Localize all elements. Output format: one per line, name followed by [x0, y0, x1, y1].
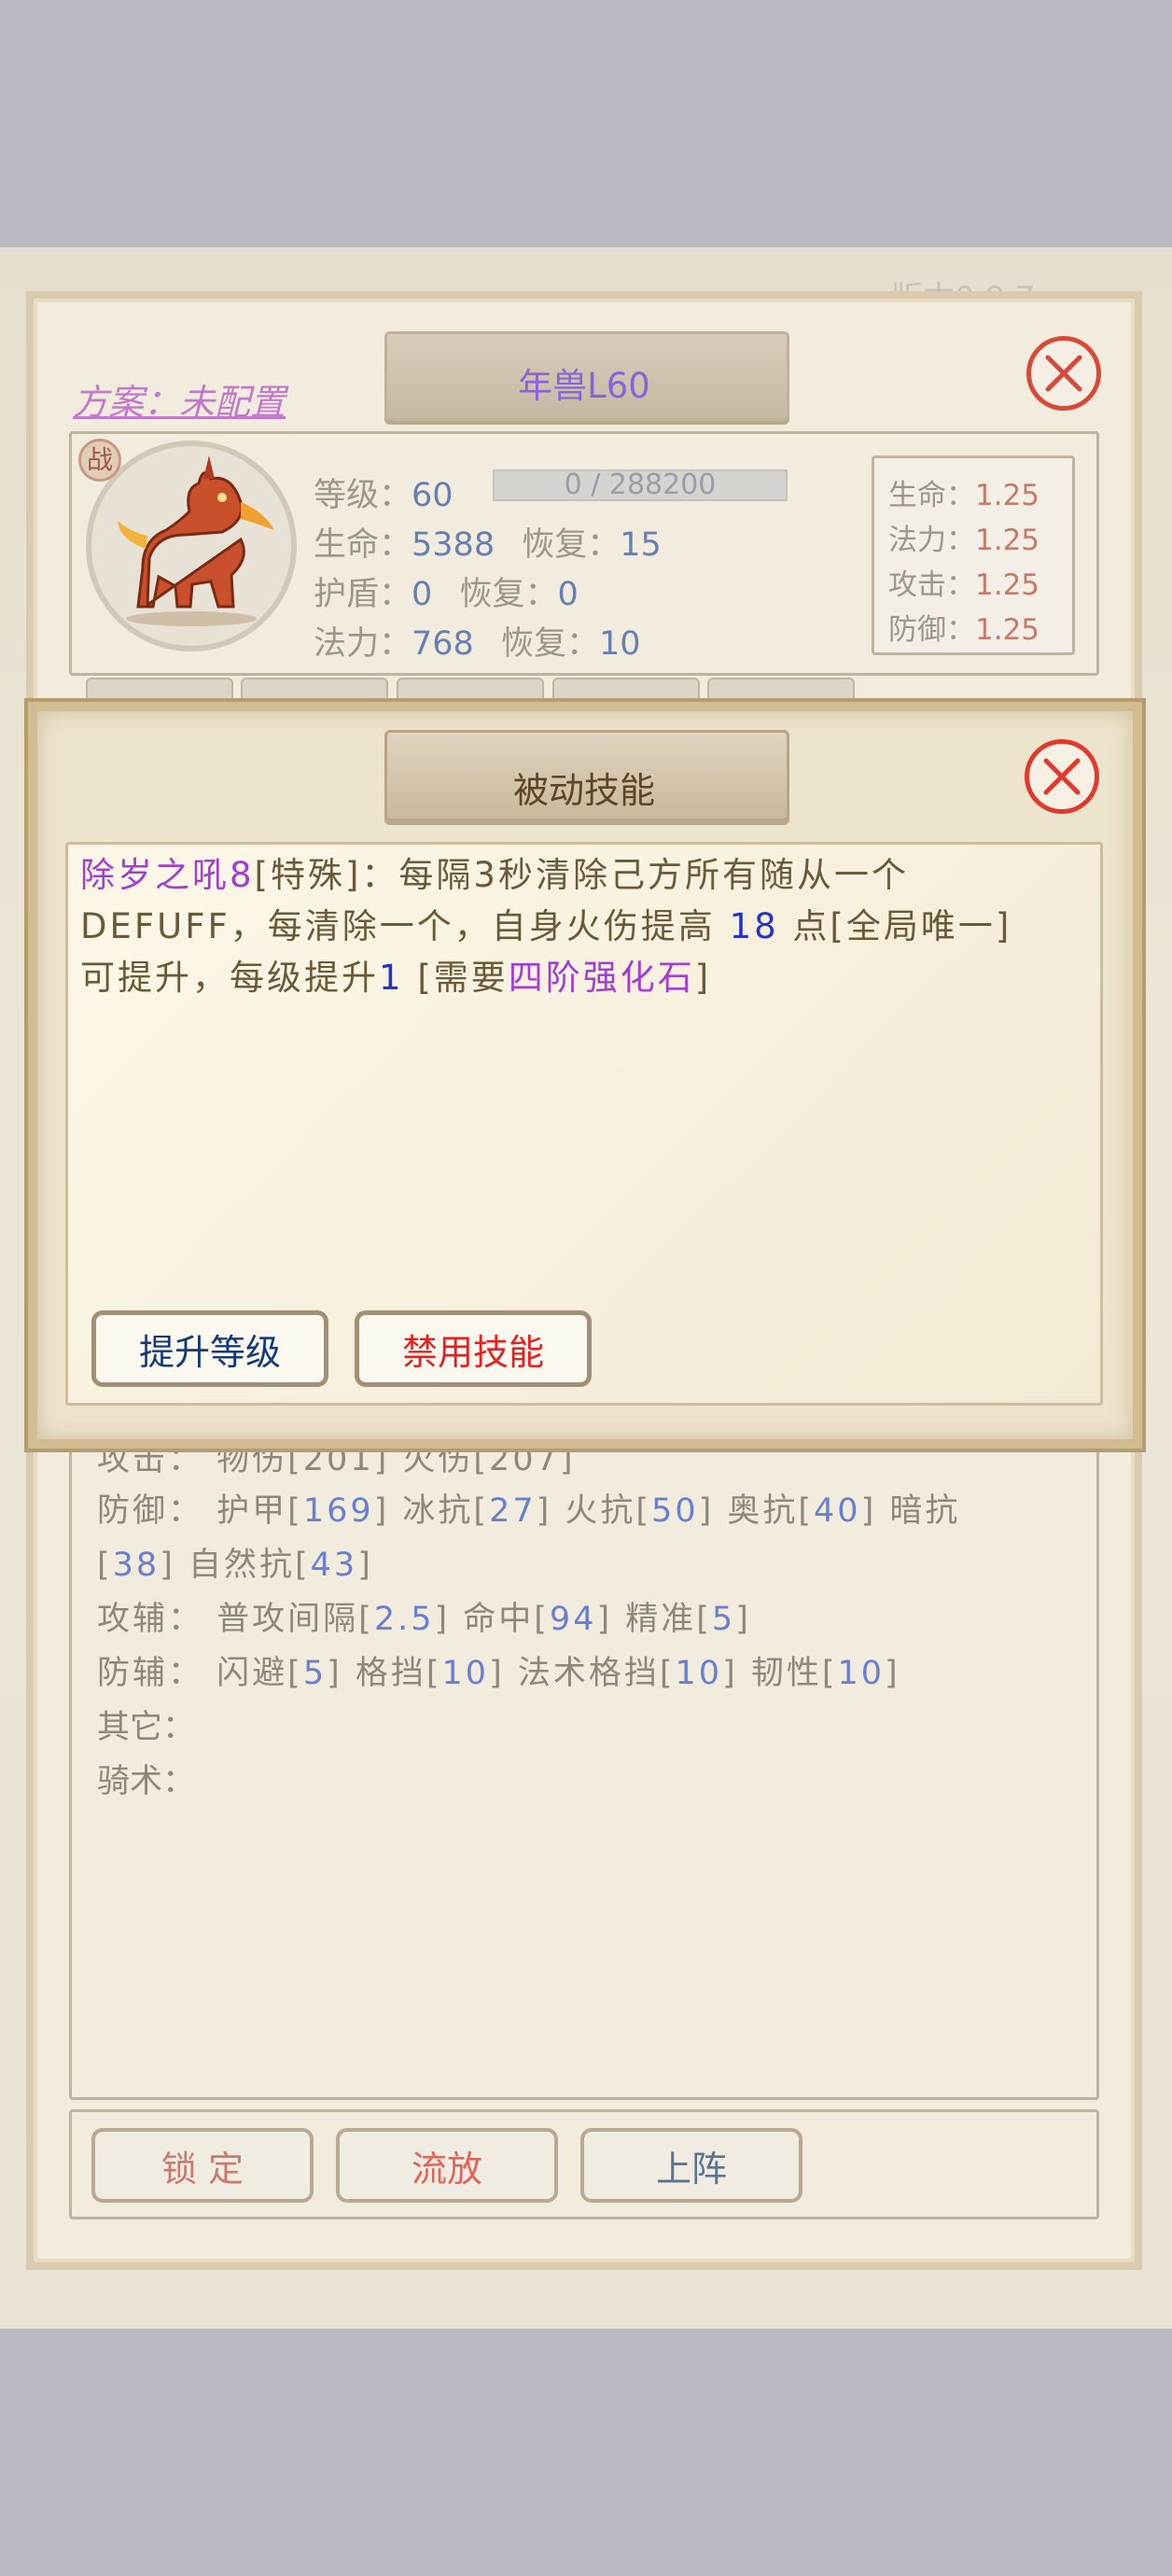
mana-row: 法力：768 恢复：10: [314, 617, 641, 665]
growth-attack: 攻击：1.25: [888, 568, 1040, 602]
required-item: 四阶强化石: [508, 958, 695, 998]
close-icon: [1045, 355, 1082, 392]
fire-damage-bonus: 18: [729, 906, 779, 946]
hp-regen-label: 恢复：: [522, 526, 621, 564]
mana-regen-label: 恢复：: [500, 625, 599, 663]
mana-regen-value: 10: [598, 625, 641, 663]
hp-regen-value: 15: [620, 526, 662, 564]
defense-line: 防御： 护甲[169] 冰抗[27] 火抗[50] 奥抗[40] 暗抗: [97, 1492, 961, 1530]
mana-value: 768: [412, 625, 474, 663]
growth-mana: 法力：1.25: [888, 524, 1040, 557]
nian-beast-icon: [118, 455, 274, 626]
shield-value: 0: [412, 576, 433, 613]
growth-defense: 防御：1.25: [888, 613, 1040, 647]
upgrade-level-button[interactable]: 提升等级: [91, 1310, 328, 1387]
skill-desc-line-1: 除岁之吼8[特殊]：每隔3秒清除己方所有随从一个: [80, 855, 909, 895]
hp-value: 5388: [412, 526, 495, 564]
close-icon: [1043, 758, 1081, 795]
defense-aux-line: 防辅： 闪避[5] 格挡[10] 法术格挡[10] 韧性[10]: [97, 1655, 900, 1692]
exile-button[interactable]: 流放: [336, 2128, 558, 2203]
exp-text: 0 / 288200: [564, 469, 717, 501]
attack-aux-line: 攻辅： 普攻间隔[2.5] 命中[94] 精准[5]: [97, 1601, 751, 1638]
disable-skill-button[interactable]: 禁用技能: [355, 1310, 592, 1387]
shield-label: 护盾：: [314, 576, 412, 613]
riding-label: 骑术：: [97, 1763, 196, 1800]
skill-desc-line-2: DEFUFF，每清除一个，自身火伤提高 18 点[全局唯一]: [80, 906, 1012, 946]
level-label: 等级：: [314, 477, 412, 514]
popup-close-button[interactable]: [1025, 739, 1099, 814]
shield-row: 护盾：0 恢复：0: [314, 567, 579, 615]
plan-label[interactable]: 方案：未配置: [73, 373, 286, 425]
skill-desc-line-3: 可提升，每级提升1 [需要四阶强化石]: [80, 958, 712, 998]
popup-title: 被动技能: [512, 770, 655, 811]
pet-title: 年兽L60: [518, 366, 650, 406]
shield-regen-value: 0: [557, 576, 579, 613]
battle-badge: 战: [78, 439, 121, 482]
other-label: 其它：: [97, 1709, 196, 1746]
close-button[interactable]: [1026, 336, 1101, 411]
mana-label: 法力：: [314, 625, 412, 663]
deploy-button[interactable]: 上阵: [580, 2128, 802, 2203]
skill-name: 除岁之吼8: [80, 855, 255, 895]
growth-hp: 生命：1.25: [888, 479, 1040, 512]
hp-label: 生命：: [314, 526, 412, 564]
level-row: 等级：60: [314, 469, 453, 516]
defense-line-2: [38] 自然抗[43]: [97, 1547, 373, 1584]
level-value: 60: [412, 477, 453, 514]
upgrade-per-level: 1: [379, 958, 404, 998]
lock-button[interactable]: 锁 定: [91, 2128, 314, 2203]
skill-tag: [特殊]：: [254, 855, 399, 895]
shield-regen-label: 恢复：: [459, 576, 558, 613]
hp-row: 生命：5388 恢复：15: [314, 518, 662, 566]
